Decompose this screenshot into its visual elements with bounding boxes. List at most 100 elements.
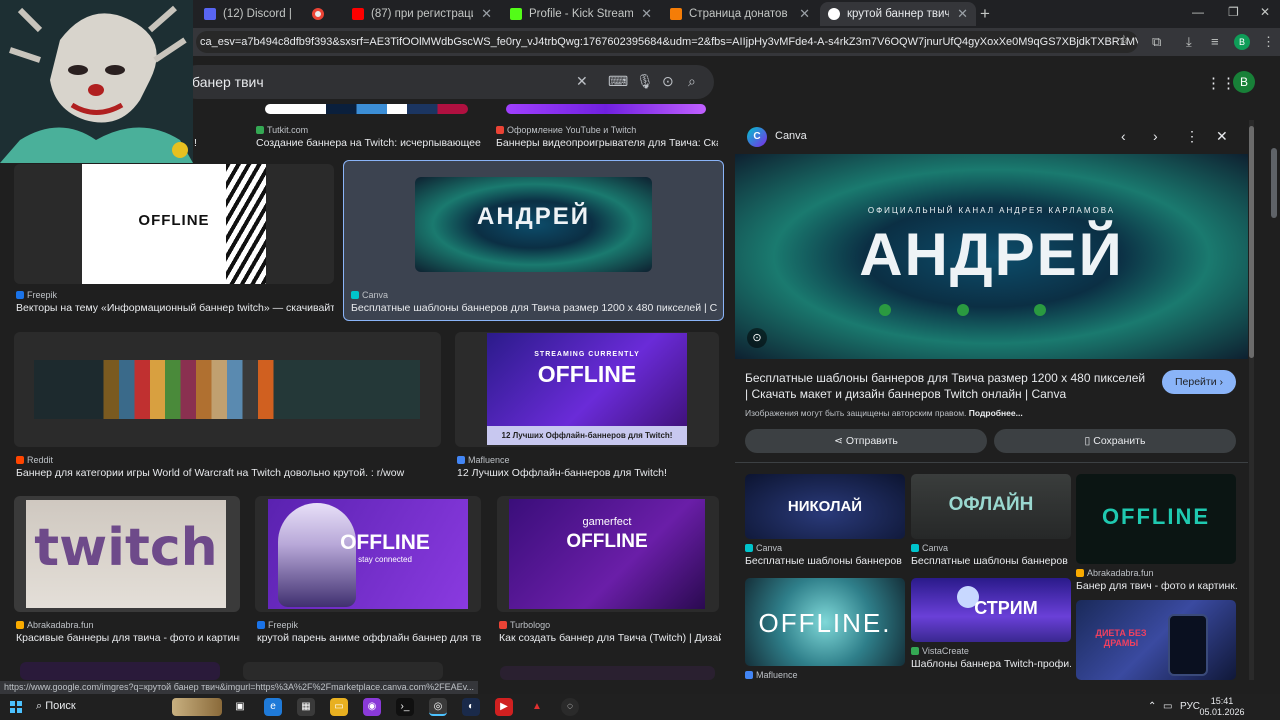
restore-button[interactable]: ❐ <box>1228 5 1239 19</box>
bookmark-star-icon[interactable]: ☆ <box>1118 32 1130 48</box>
close-icon[interactable]: ✕ <box>641 6 652 22</box>
result-thumbnail-canva[interactable]: АНДРЕЙ <box>415 177 652 272</box>
result-title[interactable]: Как создать баннер для Твича (Twitch) | … <box>499 632 721 644</box>
result-title[interactable]: 12 Лучших Оффлайн-баннеров для Twitch! <box>457 467 719 479</box>
google-icon <box>828 8 840 20</box>
result-title[interactable]: Шаблоны баннера Twitch-профи... <box>911 658 1071 670</box>
site-icon <box>351 291 359 299</box>
app-icon[interactable]: ◉ <box>363 698 381 716</box>
language-indicator[interactable]: РУС <box>1180 701 1200 712</box>
related-thumbnail[interactable]: ОФЛАЙН <box>911 474 1071 539</box>
result-thumbnail-reddit[interactable] <box>14 332 441 447</box>
address-bar[interactable]: ca_esv=a7b494c8dfb9f393&sxsrf=AE3TifOOlM… <box>196 31 1138 53</box>
result-thumbnail[interactable] <box>500 666 715 680</box>
panel-scrollbar[interactable] <box>1249 120 1254 680</box>
new-tab-button[interactable]: + <box>980 4 990 24</box>
result-thumbnail-anime[interactable]: OFFLINE stay connected <box>255 496 481 612</box>
minimize-button[interactable]: — <box>1192 5 1204 19</box>
clear-icon[interactable]: ✕ <box>576 73 588 90</box>
result-thumbnail-twitch[interactable]: twitch <box>14 496 240 612</box>
store-icon[interactable]: ▦ <box>297 698 315 716</box>
tab-pinned[interactable] <box>304 2 342 26</box>
lens-search-icon[interactable]: ⊙ <box>747 328 767 348</box>
account-avatar[interactable]: B <box>1233 71 1255 93</box>
result-thumbnail-turbologo[interactable]: gamerfect OFFLINE <box>497 496 719 612</box>
related-thumbnail[interactable]: НИКОЛАЙ <box>745 474 905 539</box>
network-icon[interactable]: ▭ <box>1163 701 1172 712</box>
tab-youtube[interactable]: (87) при регистрации на кике ✕ <box>344 2 500 26</box>
terminal-icon[interactable]: ›_ <box>396 698 414 716</box>
site-icon <box>745 671 753 679</box>
system-clock[interactable]: 15:41 05.01.2026 <box>1199 696 1245 718</box>
close-icon[interactable]: ✕ <box>481 6 492 22</box>
result-thumbnail-freepik[interactable]: OFFLINE <box>14 164 334 284</box>
next-icon[interactable]: › <box>1153 128 1158 144</box>
file-explorer-icon[interactable]: ▭ <box>330 698 348 716</box>
close-icon[interactable]: ✕ <box>1216 128 1228 145</box>
related-thumbnail[interactable]: СТРИМ <box>911 578 1071 642</box>
result-title[interactable]: Бесплатные шаблоны баннеров для Твича ра… <box>351 302 717 314</box>
microphone-icon[interactable]: 🎙 <box>636 73 654 90</box>
apps-grid-icon[interactable]: ⋮⋮ <box>1206 74 1236 92</box>
menu-icon[interactable]: ⋮ <box>1262 34 1275 50</box>
profile-avatar[interactable]: B <box>1234 34 1250 50</box>
youtube-music-icon[interactable]: ▶ <box>495 698 513 716</box>
more-options-icon[interactable]: ⋮ <box>1185 128 1199 145</box>
taskbar-search[interactable]: ⌕ Поиск <box>36 700 76 713</box>
panel-source[interactable]: Canva <box>775 130 807 142</box>
result-thumbnail[interactable] <box>243 662 443 680</box>
result-title[interactable]: Баннеры видеопроигрывателя для Твича: Ск… <box>496 137 718 149</box>
result-thumbnail[interactable] <box>20 662 220 680</box>
learn-more-link[interactable]: Подробнее... <box>969 408 1023 418</box>
task-view-icon[interactable]: ▣ <box>231 698 249 716</box>
page-scrollbar[interactable] <box>1271 70 1277 680</box>
extensions-icon[interactable]: ⧉ <box>1152 34 1161 50</box>
download-icon[interactable]: ⤓ <box>1186 34 1192 50</box>
result-thumbnail[interactable] <box>265 104 468 114</box>
related-thumbnail[interactable]: OFFLINE <box>1076 474 1236 564</box>
tab-google-search[interactable]: крутой баннер твич - Поиск в G ✕ <box>820 2 976 26</box>
app-icon[interactable]: ▲ <box>528 698 546 716</box>
result-title[interactable]: Бесплатные шаблоны баннеров ... <box>911 555 1071 567</box>
search-highlight-image[interactable] <box>172 698 222 716</box>
result-title[interactable]: Баннер для категории игры World of Warcr… <box>16 467 441 479</box>
tab-discord[interactable]: (12) Discord | @улог <box>196 2 302 26</box>
banner-subtext: ОФИЦИАЛЬНЫЙ КАНАЛ АНДРЕЯ КАРЛАМОВА <box>867 206 1116 215</box>
preview-image[interactable]: ОФИЦИАЛЬНЫЙ КАНАЛ АНДРЕЯ КАРЛАМОВА АНДРЕ… <box>735 154 1248 359</box>
save-button[interactable]: ▯ Сохранить <box>994 429 1236 453</box>
result-title[interactable]: Векторы на тему «Информационный баннер t… <box>16 302 334 314</box>
keyboard-icon[interactable]: ⌨ <box>608 73 628 90</box>
close-icon[interactable]: ✕ <box>799 6 810 22</box>
scrollbar-thumb[interactable] <box>1271 148 1277 218</box>
result-title[interactable]: Банер для твич - фото и картинк... <box>1076 580 1238 592</box>
previous-icon[interactable]: ‹ <box>1121 128 1126 144</box>
chrome-icon[interactable]: ◎ <box>429 698 447 716</box>
obs-icon[interactable]: ◌ <box>561 698 579 716</box>
result-title[interactable]: Бесплатные шаблоны баннеров ... <box>745 555 905 567</box>
tab-donation[interactable]: Страница донатов - DonationA ✕ <box>662 2 818 26</box>
result-title[interactable]: ! <box>194 137 204 149</box>
start-button[interactable] <box>10 701 22 713</box>
result-title[interactable]: Создание баннера на Twitch: исчерпывающе… <box>256 137 481 149</box>
result-thumbnail[interactable] <box>506 104 706 114</box>
close-icon[interactable]: ✕ <box>957 6 968 22</box>
reading-list-icon[interactable]: ≡ <box>1211 34 1219 49</box>
banner-text: АНДРЕЙ <box>476 203 591 230</box>
close-window-button[interactable]: ✕ <box>1260 5 1270 19</box>
result-thumbnail-mafluence[interactable]: STREAMING CURRENTLY OFFLINE 12 Лучших Оф… <box>455 332 719 447</box>
related-thumbnail[interactable]: ДИЕТА БЕЗ ДРАМЫ <box>1076 600 1236 680</box>
steam-icon[interactable]: ◐ <box>462 698 480 716</box>
search-icon[interactable]: ⌕ <box>688 73 696 90</box>
share-button[interactable]: ⋖ Отправить <box>745 429 987 453</box>
result-title[interactable]: Красивые баннеры для твича - фото и карт… <box>16 632 240 644</box>
scrollbar-thumb[interactable] <box>1249 126 1254 358</box>
tab-kick[interactable]: Profile - Kick Streaming ✕ <box>502 2 660 26</box>
preview-title[interactable]: Бесплатные шаблоны баннеров для Твича ра… <box>745 370 1150 402</box>
search-input[interactable]: банер твич ✕ ⌨ 🎙 ⊙ ⌕ <box>180 65 714 99</box>
related-thumbnail[interactable]: OFFLINE. <box>745 578 905 666</box>
result-title[interactable]: крутой парень аниме оффлайн баннер для т… <box>257 632 481 644</box>
visit-button[interactable]: Перейти › <box>1162 370 1236 394</box>
edge-icon[interactable]: e <box>264 698 282 716</box>
tray-overflow-icon[interactable]: ⌃ <box>1148 701 1156 712</box>
lens-icon[interactable]: ⊙ <box>662 73 674 90</box>
